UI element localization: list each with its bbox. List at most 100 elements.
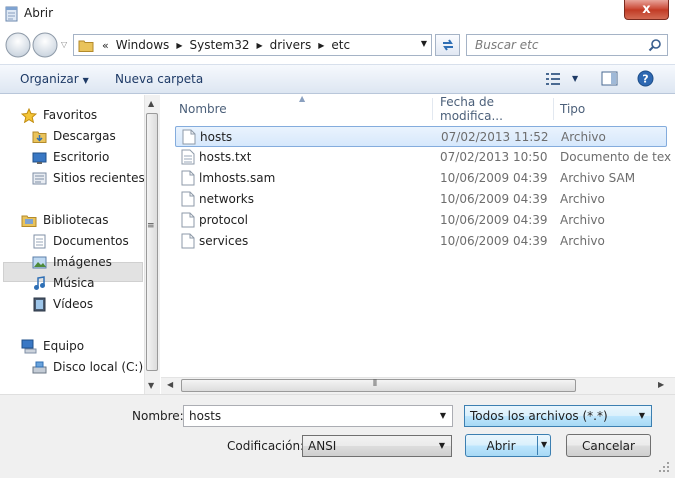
new-folder-button[interactable]: Nueva carpeta xyxy=(115,72,203,86)
scroll-right-icon[interactable]: ▶ xyxy=(658,380,664,389)
text-file-icon xyxy=(181,149,195,165)
column-header-date[interactable]: Fecha de modifica... xyxy=(434,95,554,123)
file-row-protocol[interactable]: protocol 10/06/2009 04:39 ... Archivo xyxy=(175,210,667,231)
file-row-hosts-txt[interactable]: hosts.txt 07/02/2013 10:50 a... Document… xyxy=(175,147,672,168)
file-row-hosts[interactable]: hosts 07/02/2013 11:52 a... Archivo xyxy=(175,126,667,147)
chevron-down-icon: ▼ xyxy=(82,76,89,85)
filename-input[interactable]: hosts xyxy=(189,409,221,423)
address-bar[interactable]: « Windows ▶ System32 ▶ drivers ▶ etc ▼ xyxy=(73,34,432,56)
column-label: Nombre xyxy=(179,102,227,116)
views-icon[interactable] xyxy=(545,72,561,86)
file-type: Documento de tex... xyxy=(560,150,672,164)
breadcrumb-windows[interactable]: Windows xyxy=(116,38,170,52)
star-icon xyxy=(21,107,37,123)
nav-item-label: Vídeos xyxy=(53,297,94,311)
music-icon xyxy=(34,275,45,290)
window-title: Abrir xyxy=(24,6,54,20)
nav-libraries[interactable]: Bibliotecas xyxy=(21,210,108,230)
file-row-services[interactable]: services 10/06/2009 04:39 ... Archivo xyxy=(175,231,667,252)
breadcrumb-drivers[interactable]: drivers xyxy=(270,38,312,52)
file-icon xyxy=(181,233,195,249)
file-row-networks[interactable]: networks 10/06/2009 04:39 ... Archivo xyxy=(175,189,667,210)
scroll-left-icon[interactable]: ◀ xyxy=(167,380,173,389)
column-header-type[interactable]: Tipo xyxy=(554,98,675,120)
address-dropdown-icon[interactable]: ▼ xyxy=(421,39,427,48)
open-options-chevron-icon[interactable]: ▼ xyxy=(541,440,547,449)
back-forward-buttons[interactable] xyxy=(4,31,60,59)
chevron-down-icon[interactable]: ▼ xyxy=(639,411,645,420)
breadcrumb-overflow[interactable]: « xyxy=(102,39,109,52)
help-icon[interactable]: ? xyxy=(637,70,654,87)
scroll-grip-icon: ⦀ xyxy=(373,379,377,389)
resize-grip-icon[interactable] xyxy=(658,461,670,473)
nav-item-label: Música xyxy=(53,276,95,290)
file-type: Archivo SAM xyxy=(560,171,636,185)
breadcrumb-arrow-icon[interactable]: ▶ xyxy=(318,41,324,50)
nav-item-recent-places[interactable]: Sitios recientes xyxy=(32,168,145,188)
file-icon xyxy=(181,170,195,186)
nav-item-label: Descargas xyxy=(53,129,116,143)
search-icon[interactable] xyxy=(648,38,662,52)
encoding-select[interactable]: ANSI ▼ xyxy=(302,435,452,457)
breadcrumb-etc[interactable]: etc xyxy=(331,38,350,52)
column-label: Fecha de modifica... xyxy=(440,95,503,123)
file-row-lmhosts[interactable]: lmhosts.sam 10/06/2009 04:39 ... Archivo… xyxy=(175,168,667,189)
scroll-up-icon[interactable]: ▲ xyxy=(148,99,154,108)
nav-item-label: Documentos xyxy=(53,234,129,248)
documents-icon xyxy=(33,234,46,248)
cancel-button[interactable]: Cancelar xyxy=(566,434,651,457)
nav-item-videos[interactable]: Vídeos xyxy=(32,294,93,314)
file-type: Archivo xyxy=(560,213,605,227)
nav-favorites[interactable]: Favoritos xyxy=(21,105,97,125)
breadcrumb-arrow-icon[interactable]: ▶ xyxy=(176,41,182,50)
file-type: Archivo xyxy=(560,234,605,248)
preview-pane-icon[interactable] xyxy=(601,71,618,86)
filename-label: Nombre: xyxy=(132,409,184,423)
nav-item-documents[interactable]: Documentos xyxy=(32,231,129,251)
nav-item-music[interactable]: Música xyxy=(32,273,95,293)
close-button[interactable]: x xyxy=(624,0,669,20)
sort-ascending-icon: ▲ xyxy=(299,94,306,103)
file-icon xyxy=(181,191,195,207)
svg-text:?: ? xyxy=(642,73,648,86)
search-box[interactable]: Buscar etc xyxy=(466,34,668,56)
search-input[interactable]: Buscar etc xyxy=(475,38,538,52)
pictures-icon xyxy=(32,256,47,268)
nav-item-desktop[interactable]: Escritorio xyxy=(32,147,109,167)
column-label: Tipo xyxy=(560,102,586,116)
nav-item-label: Disco local (C:) xyxy=(53,360,144,374)
nav-item-downloads[interactable]: Descargas xyxy=(32,126,116,146)
chevron-down-icon[interactable]: ▼ xyxy=(440,411,446,420)
file-date: 07/02/2013 11:52 a... xyxy=(441,130,553,144)
nav-computer-label: Equipo xyxy=(43,339,85,353)
nav-item-local-disk[interactable]: Disco local (C:) xyxy=(32,357,143,377)
refresh-button[interactable] xyxy=(435,34,460,56)
file-type-filter-select[interactable]: Todos los archivos (*.*) ▼ xyxy=(464,405,652,427)
breadcrumb-system32[interactable]: System32 xyxy=(189,38,249,52)
nav-computer[interactable]: Equipo xyxy=(21,336,84,356)
scrollbar-thumb[interactable] xyxy=(181,379,576,392)
scroll-down-icon[interactable]: ▼ xyxy=(148,381,154,390)
refresh-icon xyxy=(442,39,453,51)
organize-label: Organizar xyxy=(20,72,79,86)
recent-places-icon xyxy=(32,172,47,184)
chevron-down-icon[interactable]: ▼ xyxy=(439,441,445,450)
scroll-grip-icon: ≡ xyxy=(147,221,155,231)
desktop-icon xyxy=(32,152,47,164)
views-dropdown-icon[interactable]: ▼ xyxy=(572,74,578,83)
file-icon xyxy=(181,212,195,228)
filename-combo[interactable]: hosts ▼ xyxy=(183,405,453,427)
breadcrumb-arrow-icon[interactable]: ▶ xyxy=(257,41,263,50)
recent-locations-chevron-icon[interactable]: ▽ xyxy=(61,40,67,49)
scrollbar-thumb[interactable] xyxy=(146,113,158,371)
file-icon xyxy=(182,129,196,145)
videos-icon xyxy=(33,297,46,311)
organize-menu-button[interactable]: Organizar ▼ xyxy=(20,72,89,86)
computer-icon xyxy=(21,339,37,353)
file-name: protocol xyxy=(199,213,248,227)
open-button[interactable]: Abrir xyxy=(465,434,551,457)
hard-drive-icon xyxy=(32,361,47,373)
nav-item-pictures[interactable]: Imágenes xyxy=(32,252,112,272)
open-button-label: Abrir xyxy=(486,438,516,453)
file-date: 10/06/2009 04:39 ... xyxy=(440,213,552,227)
